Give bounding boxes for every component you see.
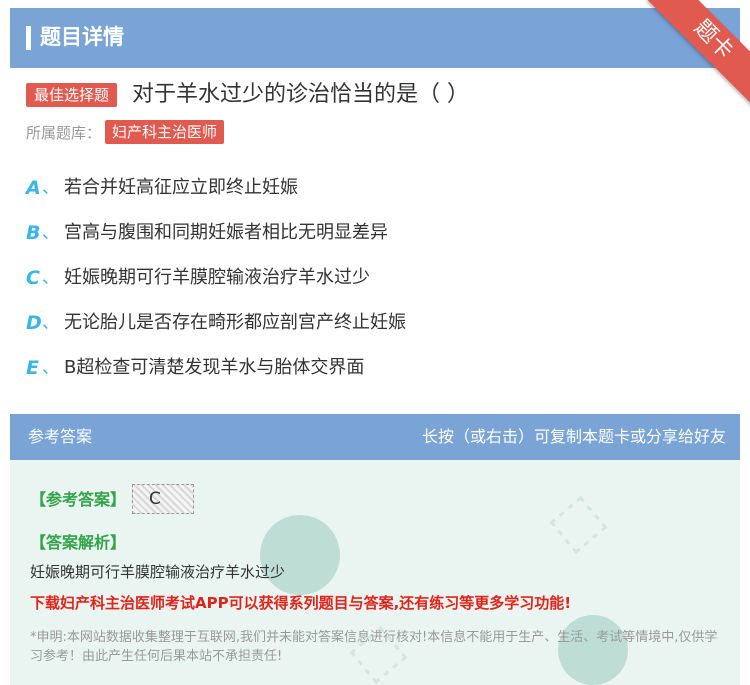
page-title: 题目详情	[40, 25, 124, 49]
app-promo-link[interactable]: 下载妇产科主治医师考试APP可以获得系列题目与答案,还有练习等更多学习功能!	[30, 592, 571, 613]
option-letter: A	[26, 177, 41, 199]
question-type-badge: 最佳选择题	[26, 83, 118, 107]
disclaimer-text: *申明:本网站数据收集整理于互联网,我们并未能对答案信息进行核对!本信息不能用于…	[30, 630, 718, 664]
option-text: 无论胎儿是否存在畸形都应剖宫产终止妊娠	[64, 312, 406, 333]
option-text: 若合并妊高征应立即终止妊娠	[64, 177, 298, 198]
option-separator: 、	[42, 313, 59, 333]
answer-section-header: 参考答案 长按（或右击）可复制本题卡或分享给好友	[10, 414, 740, 460]
question-text: 对于羊水过少的诊治恰当的是（ ）	[132, 82, 469, 107]
option-separator: 、	[42, 178, 59, 198]
share-hint: 长按（或右击）可复制本题卡或分享给好友	[421, 427, 726, 446]
explanation-text: 妊娠晚期可行羊膜腔输液治疗羊水过少	[30, 563, 286, 581]
option-letter: E	[26, 357, 39, 379]
option-letter: B	[26, 222, 41, 244]
option-separator: 、	[42, 358, 59, 378]
option-b[interactable]: B 、 宫高与腹围和同期妊娠者相比无明显差异	[26, 219, 726, 247]
corner-ribbon: 题卡	[630, 0, 750, 120]
option-separator: 、	[42, 223, 59, 243]
option-letter: D	[26, 312, 42, 334]
option-c[interactable]: C 、 妊娠晚期可行羊膜腔输液治疗羊水过少	[26, 264, 726, 292]
library-tag[interactable]: 妇产科主治医师	[105, 120, 225, 144]
option-separator: 、	[42, 268, 59, 288]
option-a[interactable]: A 、 若合并妊高征应立即终止妊娠	[26, 174, 726, 202]
option-e[interactable]: E 、 B超检查可清楚发现羊水与胎体交界面	[26, 354, 726, 382]
header-accent-bar	[26, 26, 31, 50]
watermark-logo-shape	[260, 515, 340, 595]
option-text: 宫高与腹围和同期妊娠者相比无明显差异	[64, 222, 388, 243]
option-letter: C	[26, 267, 40, 289]
answer-label: 【参考答案】	[30, 490, 127, 509]
option-d[interactable]: D 、 无论胎儿是否存在畸形都应剖宫产终止妊娠	[26, 309, 726, 337]
watermark-glyph: ⬚	[535, 480, 616, 563]
answer-section-title: 参考答案	[28, 427, 93, 446]
library-label: 所属题库：	[26, 124, 102, 142]
explanation-label: 【答案解析】	[30, 533, 127, 552]
answer-value: C	[132, 484, 194, 514]
ribbon-label: 题卡	[647, 0, 750, 106]
option-text: B超检查可清楚发现羊水与胎体交界面	[64, 357, 365, 378]
answer-section-body: ⬚ ⬚ 【参考答案】 C 【答案解析】 妊娠晚期可行羊膜腔输液治疗羊水过少 下载…	[10, 460, 740, 685]
option-text: 妊娠晚期可行羊膜腔输液治疗羊水过少	[64, 267, 370, 288]
